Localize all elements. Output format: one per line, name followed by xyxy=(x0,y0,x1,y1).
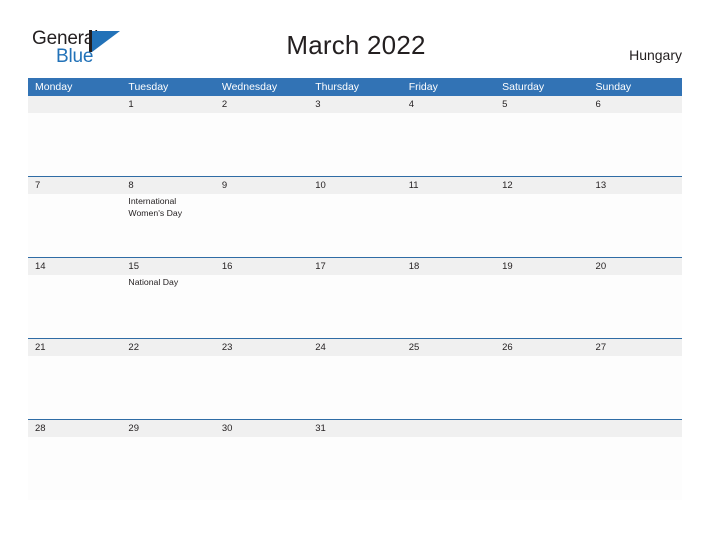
day-number: 19 xyxy=(502,261,513,272)
day-number: 10 xyxy=(315,180,326,191)
day-number xyxy=(409,420,489,437)
day-number xyxy=(596,420,676,437)
page-title: March 2022 xyxy=(286,30,426,60)
day-number: 25 xyxy=(408,342,420,353)
calendar-day-cell[interactable]: 21 xyxy=(28,339,122,419)
weekday-header-friday: Friday xyxy=(408,81,438,93)
calendar-grid: Monday Tuesday Wednesday Thursday Friday… xyxy=(28,78,682,500)
day-number: 2 xyxy=(221,99,228,110)
day-number: 9 xyxy=(221,180,228,191)
day-number xyxy=(35,96,115,113)
calendar-day-cell[interactable]: 14 xyxy=(28,258,122,338)
day-number: 17 xyxy=(315,261,326,272)
day-number: 29 xyxy=(128,423,139,434)
calendar-day-cell[interactable]: 6 xyxy=(588,96,682,176)
calendar-day-cell[interactable]: 4 xyxy=(401,96,496,176)
weekday-header-row: Monday Tuesday Wednesday Thursday Friday… xyxy=(28,78,682,96)
day-number: 3 xyxy=(315,99,321,110)
calendar-day-cell[interactable]: 12 xyxy=(495,177,589,257)
day-number: 18 xyxy=(408,261,420,272)
day-number: 4 xyxy=(408,99,414,110)
day-number: 6 xyxy=(595,99,601,110)
weekday-header-monday: Monday xyxy=(35,81,73,93)
weekday-header-wednesday: Wednesday xyxy=(221,81,278,93)
calendar-day-cell[interactable]: 23 xyxy=(214,339,309,419)
calendar-day-cell[interactable]: 8 International Women's Day xyxy=(121,177,215,257)
day-number: 11 xyxy=(408,180,419,191)
calendar-day-cell[interactable]: 20 xyxy=(588,258,682,338)
day-number: 26 xyxy=(502,342,513,353)
calendar-day-cell[interactable]: 1 xyxy=(121,96,215,176)
calendar-day-cell[interactable]: 5 xyxy=(495,96,589,176)
calendar-day-cell[interactable]: 18 xyxy=(401,258,496,338)
calendar-week-row: 7 8 International Women's Day 9 10 11 12… xyxy=(28,176,682,257)
calendar-day-cell[interactable]: 24 xyxy=(308,339,402,419)
day-number: 16 xyxy=(221,261,233,272)
day-number: 15 xyxy=(128,261,139,272)
day-number: 27 xyxy=(595,342,607,353)
calendar-day-cell[interactable]: 22 xyxy=(121,339,215,419)
calendar-day-cell[interactable]: 7 xyxy=(28,177,122,257)
calendar-day-cell[interactable]: 10 xyxy=(308,177,402,257)
country-label: Hungary xyxy=(629,47,682,63)
calendar-day-cell[interactable]: 19 xyxy=(495,258,589,338)
calendar-day-cell[interactable] xyxy=(28,96,122,176)
calendar-day-cell[interactable]: 3 xyxy=(308,96,402,176)
weekday-header-sunday: Sunday xyxy=(595,81,632,93)
day-number: 20 xyxy=(595,261,607,272)
day-number xyxy=(502,420,582,437)
calendar-day-cell[interactable]: 30 xyxy=(214,420,309,500)
calendar-day-cell[interactable]: 25 xyxy=(401,339,496,419)
day-number: 31 xyxy=(315,423,326,434)
weekday-header-tuesday: Tuesday xyxy=(128,81,169,93)
weekday-header-thursday: Thursday xyxy=(315,81,360,93)
calendar-day-cell[interactable] xyxy=(588,420,682,500)
calendar-day-cell[interactable]: 17 xyxy=(308,258,402,338)
day-number: 21 xyxy=(35,342,46,353)
calendar-day-cell[interactable]: 27 xyxy=(588,339,682,419)
day-number: 14 xyxy=(35,261,46,272)
calendar-day-cell[interactable]: 31 xyxy=(308,420,402,500)
calendar-day-cell[interactable] xyxy=(495,420,589,500)
day-number: 28 xyxy=(35,423,46,434)
day-event: National Day xyxy=(128,277,179,287)
calendar-day-cell[interactable]: 2 xyxy=(214,96,309,176)
day-number: 23 xyxy=(221,342,233,353)
calendar-day-cell[interactable]: 9 xyxy=(214,177,309,257)
calendar-day-cell[interactable]: 26 xyxy=(495,339,589,419)
calendar-week-row: 21 22 23 24 25 26 27 xyxy=(28,338,682,419)
calendar-week-row: 28 29 30 31 xyxy=(28,419,682,500)
day-number: 30 xyxy=(221,423,233,434)
day-number: 1 xyxy=(128,99,134,110)
weekday-header-saturday: Saturday xyxy=(502,81,545,93)
day-number: 13 xyxy=(595,180,607,191)
calendar-day-cell[interactable]: 28 xyxy=(28,420,122,500)
day-number: 7 xyxy=(35,180,41,191)
calendar-day-cell[interactable]: 16 xyxy=(214,258,309,338)
page-header: General Blue March 2022 Hungary xyxy=(0,0,712,78)
day-number: 12 xyxy=(502,180,513,191)
day-event: International Women's Day xyxy=(128,196,183,218)
day-number: 22 xyxy=(128,342,139,353)
calendar-day-cell[interactable]: 11 xyxy=(401,177,496,257)
calendar-day-cell[interactable]: 29 xyxy=(121,420,215,500)
day-number: 8 xyxy=(128,180,134,191)
calendar-day-cell[interactable]: 13 xyxy=(588,177,682,257)
calendar-week-row: 14 15 National Day 16 17 18 19 20 xyxy=(28,257,682,338)
calendar-page: General Blue March 2022 Hungary Monday T… xyxy=(0,0,712,550)
day-number: 5 xyxy=(502,99,508,110)
day-number: 24 xyxy=(315,342,326,353)
calendar-week-row: 1 2 3 4 5 6 xyxy=(28,96,682,176)
calendar-day-cell[interactable] xyxy=(401,420,496,500)
calendar-day-cell[interactable]: 15 National Day xyxy=(121,258,215,338)
